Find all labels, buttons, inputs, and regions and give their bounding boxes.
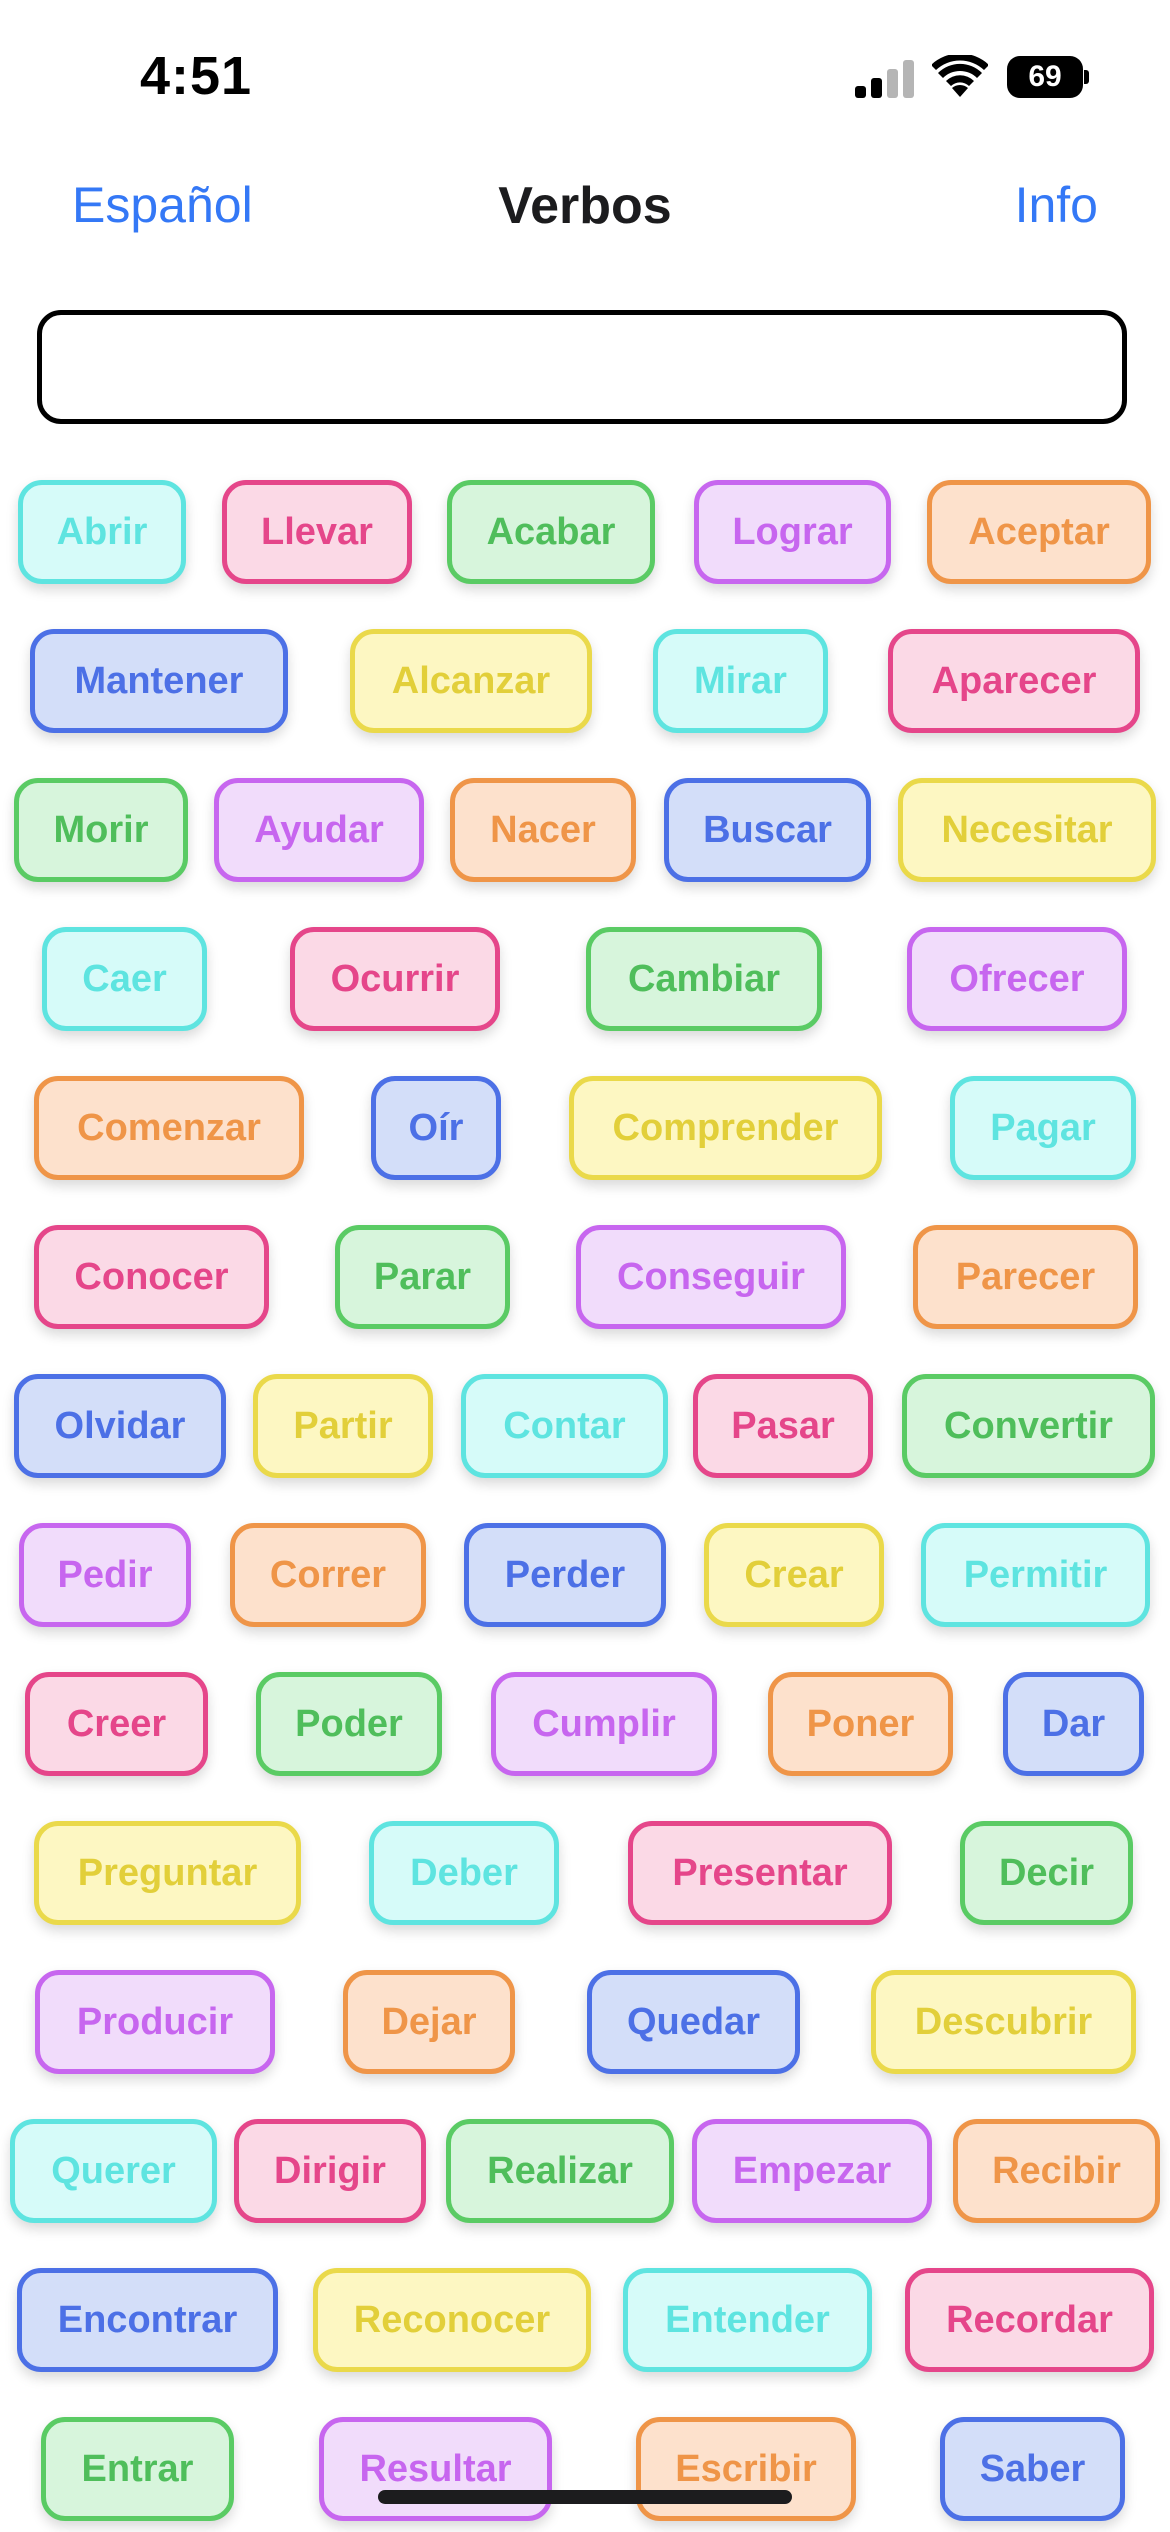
status-time: 4:51: [140, 46, 253, 106]
battery-level: 69: [1007, 56, 1083, 98]
verb-chip-perder[interactable]: Perder: [464, 1523, 666, 1627]
verb-row: Querer Dirigir Realizar Empezar Recibir: [0, 2119, 1170, 2229]
verb-chip-ofrecer[interactable]: Ofrecer: [907, 927, 1127, 1031]
verb-chip-mantener[interactable]: Mantener: [30, 629, 288, 733]
verb-chip-empezar[interactable]: Empezar: [692, 2119, 932, 2223]
verb-chip-querer[interactable]: Querer: [10, 2119, 217, 2223]
verb-chip-entender[interactable]: Entender: [623, 2268, 872, 2372]
verb-chip-convertir[interactable]: Convertir: [902, 1374, 1155, 1478]
verb-chip-acabar[interactable]: Acabar: [447, 480, 655, 584]
verb-chip-olvidar[interactable]: Olvidar: [14, 1374, 226, 1478]
verb-chip-oir[interactable]: Oír: [371, 1076, 501, 1180]
verb-chip-dejar[interactable]: Dejar: [343, 1970, 515, 2074]
verb-row: Conocer Parar Conseguir Parecer: [0, 1225, 1170, 1335]
page-title: Verbos: [498, 177, 672, 235]
verb-chip-buscar[interactable]: Buscar: [664, 778, 871, 882]
verb-row: Producir Dejar Quedar Descubrir: [0, 1970, 1170, 2080]
verb-chip-deber[interactable]: Deber: [369, 1821, 559, 1925]
verb-chip-crear[interactable]: Crear: [704, 1523, 884, 1627]
verb-chip-contar[interactable]: Contar: [461, 1374, 668, 1478]
verb-row: Morir Ayudar Nacer Buscar Necesitar: [0, 778, 1170, 888]
verb-chip-quedar[interactable]: Quedar: [587, 1970, 800, 2074]
verb-chip-recordar[interactable]: Recordar: [905, 2268, 1154, 2372]
verb-row: Creer Poder Cumplir Poner Dar: [0, 1672, 1170, 1782]
verb-row: Abrir Llevar Acabar Lograr Aceptar: [0, 480, 1170, 590]
verb-chip-aparecer[interactable]: Aparecer: [888, 629, 1140, 733]
status-bar: 4:51 69: [0, 0, 1170, 150]
verb-chip-permitir[interactable]: Permitir: [921, 1523, 1150, 1627]
verb-chip-saber[interactable]: Saber: [940, 2417, 1125, 2521]
verb-chip-poner[interactable]: Poner: [768, 1672, 953, 1776]
verb-chip-descubrir[interactable]: Descubrir: [871, 1970, 1136, 2074]
verb-chip-creer[interactable]: Creer: [25, 1672, 208, 1776]
info-button[interactable]: Info: [1015, 176, 1098, 234]
verb-chip-conseguir[interactable]: Conseguir: [576, 1225, 846, 1329]
verb-chip-pedir[interactable]: Pedir: [19, 1523, 191, 1627]
verb-chip-partir[interactable]: Partir: [253, 1374, 433, 1478]
verb-chip-dar[interactable]: Dar: [1003, 1672, 1144, 1776]
verb-chip-comenzar[interactable]: Comenzar: [34, 1076, 304, 1180]
verb-chip-ocurrir[interactable]: Ocurrir: [290, 927, 500, 1031]
verb-chip-conocer[interactable]: Conocer: [34, 1225, 269, 1329]
verb-row: Caer Ocurrir Cambiar Ofrecer: [0, 927, 1170, 1037]
verb-row: Comenzar Oír Comprender Pagar: [0, 1076, 1170, 1186]
verb-chip-reconocer[interactable]: Reconocer: [313, 2268, 591, 2372]
verb-chip-parecer[interactable]: Parecer: [913, 1225, 1138, 1329]
battery-icon: 69: [1007, 56, 1089, 98]
verb-chip-parar[interactable]: Parar: [335, 1225, 510, 1329]
navigation-bar: Español Verbos Info: [0, 160, 1170, 260]
verb-row: Mantener Alcanzar Mirar Aparecer: [0, 629, 1170, 739]
verb-chip-cumplir[interactable]: Cumplir: [491, 1672, 717, 1776]
verb-chip-encontrar[interactable]: Encontrar: [17, 2268, 278, 2372]
wifi-icon: [931, 53, 989, 99]
verb-chip-entrar[interactable]: Entrar: [41, 2417, 234, 2521]
verb-chip-preguntar[interactable]: Preguntar: [34, 1821, 301, 1925]
verb-chip-decir[interactable]: Decir: [960, 1821, 1133, 1925]
verb-chip-recibir[interactable]: Recibir: [953, 2119, 1160, 2223]
verb-chip-cambiar[interactable]: Cambiar: [586, 927, 822, 1031]
verb-row: Entrar Resultar Escribir Saber: [0, 2417, 1170, 2527]
verb-chip-producir[interactable]: Producir: [35, 1970, 275, 2074]
search-input[interactable]: [37, 310, 1127, 424]
verb-chip-caer[interactable]: Caer: [42, 927, 207, 1031]
cellular-signal-icon: [855, 58, 915, 98]
verb-row: Olvidar Partir Contar Pasar Convertir: [0, 1374, 1170, 1484]
verb-chip-lograr[interactable]: Lograr: [694, 480, 891, 584]
verb-chip-poder[interactable]: Poder: [256, 1672, 442, 1776]
verb-chip-morir[interactable]: Morir: [14, 778, 188, 882]
verb-chip-dirigir[interactable]: Dirigir: [234, 2119, 426, 2223]
verb-chip-correr[interactable]: Correr: [230, 1523, 426, 1627]
verb-chip-alcanzar[interactable]: Alcanzar: [350, 629, 592, 733]
verb-chip-presentar[interactable]: Presentar: [628, 1821, 892, 1925]
verb-chip-llevar[interactable]: Llevar: [222, 480, 412, 584]
verb-chip-nacer[interactable]: Nacer: [450, 778, 636, 882]
verb-row: Preguntar Deber Presentar Decir: [0, 1821, 1170, 1931]
verb-chip-escribir[interactable]: Escribir: [636, 2417, 856, 2521]
verb-chip-comprender[interactable]: Comprender: [569, 1076, 882, 1180]
verb-chip-necesitar[interactable]: Necesitar: [898, 778, 1156, 882]
verb-chip-mirar[interactable]: Mirar: [653, 629, 828, 733]
verb-chip-pasar[interactable]: Pasar: [693, 1374, 873, 1478]
verb-row: Encontrar Reconocer Entender Recordar: [0, 2268, 1170, 2378]
home-indicator[interactable]: [378, 2490, 792, 2504]
verb-chip-ayudar[interactable]: Ayudar: [214, 778, 424, 882]
verb-row: Pedir Correr Perder Crear Permitir: [0, 1523, 1170, 1633]
verb-chip-realizar[interactable]: Realizar: [446, 2119, 674, 2223]
verb-chip-abrir[interactable]: Abrir: [18, 480, 186, 584]
verb-chip-pagar[interactable]: Pagar: [950, 1076, 1136, 1180]
verb-chip-aceptar[interactable]: Aceptar: [927, 480, 1151, 584]
verb-chip-resultar[interactable]: Resultar: [319, 2417, 552, 2521]
